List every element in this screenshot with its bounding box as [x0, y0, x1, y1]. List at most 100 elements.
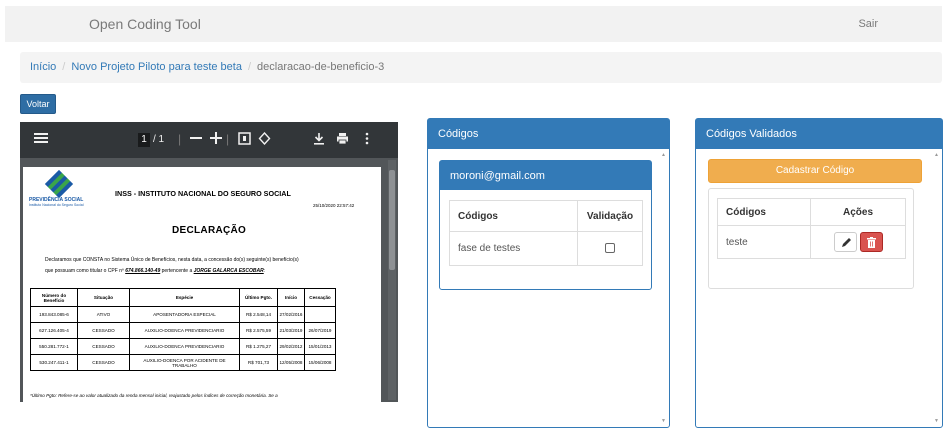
- table-cell: 550.281.772-1: [30, 338, 78, 355]
- benefits-table: Número do Benefício Situação Espécie Últ…: [30, 288, 336, 371]
- table-header: Início: [277, 288, 305, 307]
- pdf-scrollbar[interactable]: [388, 160, 396, 400]
- scroll-up-icon[interactable]: ▲: [934, 152, 939, 158]
- panel-scrollbar[interactable]: ▲ ▼: [660, 150, 668, 428]
- breadcrumb-separator: /: [247, 61, 252, 73]
- scroll-down-icon[interactable]: ▼: [661, 418, 666, 424]
- breadcrumb-current: declaracao-de-beneficio-3: [257, 61, 385, 73]
- doc-timestamp: 25/10/2020 22:57:42: [313, 203, 355, 208]
- rotate-icon[interactable]: [258, 131, 271, 147]
- table-row: 550.281.772-1 CESSADO AUXILIO-DOENCA PREVI…: [30, 338, 336, 355]
- print-icon[interactable]: [336, 132, 349, 147]
- codes-table: Códigos Validação fase de testes: [449, 200, 643, 266]
- table-cell: AUXILIO-DOENCA PREVIDENCIARIO: [129, 338, 240, 355]
- logout-link[interactable]: Sair: [858, 18, 878, 30]
- validated-codes-table: Códigos Ações teste: [717, 198, 906, 259]
- doc-header: INSS - INSTITUTO NACIONAL DO SEGURO SOCI…: [115, 189, 291, 198]
- edit-button[interactable]: [833, 232, 857, 252]
- table-cell: AUXILIO-DOENCA PREVIDENCIARIO: [129, 322, 240, 339]
- add-code-button[interactable]: Cadastrar Código: [708, 159, 922, 183]
- validation-checkbox[interactable]: [605, 243, 615, 254]
- table-cell: AUXILIO-DOENCA POR ACIDENTE DE TRABALHO: [129, 354, 240, 371]
- table-cell: R$ 2.575,59: [239, 322, 278, 339]
- table-header: Espécie: [129, 288, 240, 307]
- table-row: 530.247.411-1 CESSADO AUXILIO-DOENCA POR A…: [30, 354, 336, 371]
- table-cell: R$ 2.548,14: [239, 306, 278, 323]
- more-options-icon[interactable]: [365, 132, 369, 147]
- table-cell: CESSADO: [77, 338, 130, 355]
- back-button[interactable]: Voltar: [20, 94, 56, 114]
- page-number-input[interactable]: 1: [138, 133, 150, 147]
- panel-title: Códigos Validados: [696, 119, 942, 149]
- scroll-down-icon[interactable]: ▼: [934, 418, 939, 424]
- breadcrumb: Início / Novo Projeto Piloto para teste be…: [20, 52, 942, 83]
- validated-codes-card: Códigos Ações teste: [708, 188, 914, 289]
- pdf-scroll-thumb[interactable]: [389, 170, 395, 270]
- breadcrumb-home[interactable]: Início: [30, 61, 56, 73]
- table-row: 627.126.405-4 CESSADO AUXILIO-DOENCA PREVI…: [30, 322, 336, 339]
- cpf-value: 674.866.140-49: [125, 268, 161, 274]
- table-cell: 26/07/2019: [304, 322, 336, 339]
- table-cell: R$ 1.275,27: [239, 338, 278, 355]
- delete-button[interactable]: [859, 232, 883, 252]
- scroll-up-icon[interactable]: ▲: [661, 152, 666, 158]
- toolbar-divider: |: [226, 132, 230, 146]
- zoom-out-icon[interactable]: [190, 132, 202, 146]
- table-cell: 530.247.411-1: [30, 354, 78, 371]
- download-icon[interactable]: [313, 132, 325, 147]
- table-row: fase de testes: [449, 231, 643, 266]
- table-cell: R$ 701,73: [239, 354, 278, 371]
- pencil-icon: [841, 238, 851, 247]
- validated-codes-panel: Códigos Validados Cadastrar Código Códig…: [695, 118, 943, 428]
- table-cell: CESSADO: [77, 354, 130, 371]
- table-cell: 627.126.405-4: [30, 322, 78, 339]
- table-header: Cessação: [304, 288, 336, 307]
- column-header: Códigos: [717, 198, 811, 226]
- codes-panel: Códigos moroni@gmail.com Códigos Validaç…: [427, 118, 670, 428]
- toolbar-divider: |: [178, 132, 182, 146]
- table-cell: 12/05/2008: [277, 354, 305, 371]
- user-email: moroni@gmail.com: [440, 161, 651, 190]
- pdf-viewer: 1 / 1 | | PREVIDÊNCIA SOCIAL Instituto N…: [20, 122, 398, 402]
- table-row: teste: [717, 225, 906, 259]
- doc-footnote: *Último Pgto: Refere-se ao valor atualiz…: [30, 393, 278, 398]
- fit-page-icon[interactable]: [238, 132, 251, 147]
- code-cell: fase de testes: [449, 231, 578, 266]
- brand-link[interactable]: Open Coding Tool: [89, 16, 201, 32]
- pdf-toolbar: 1 / 1 | |: [20, 122, 398, 158]
- previdencia-logo: PREVIDÊNCIA SOCIAL Instituto Nacional do…: [29, 169, 91, 210]
- table-header: Situação: [77, 288, 130, 307]
- table-cell: CESSADO: [77, 322, 130, 339]
- logo-diamond-icon: [44, 169, 74, 199]
- doc-title: DECLARAÇÃO: [172, 225, 247, 236]
- pdf-page: PREVIDÊNCIA SOCIAL Instituto Nacional do…: [23, 167, 381, 402]
- doc-paragraph: Declaramos que CONSTA no Sistema Único d…: [45, 257, 299, 274]
- table-cell: 21/03/2019: [277, 322, 305, 339]
- table-cell: 193.843.085-6: [30, 306, 78, 323]
- column-header: Códigos: [449, 200, 578, 232]
- page-total: / 1: [153, 134, 165, 145]
- trash-icon: [866, 237, 876, 248]
- table-cell: ATIVO: [77, 306, 130, 323]
- user-codes-card: moroni@gmail.com Códigos Validação fase …: [439, 160, 652, 290]
- table-cell: [304, 306, 336, 323]
- panel-scrollbar[interactable]: ▲ ▼: [933, 150, 941, 428]
- menu-icon[interactable]: [34, 132, 48, 146]
- column-header: Ações: [810, 198, 906, 226]
- table-cell: 27/02/2016: [277, 306, 305, 323]
- table-cell: 29/02/2012: [277, 338, 305, 355]
- table-header: Número do Benefício: [30, 288, 78, 307]
- holder-name: JORGE GALARCA ESCOBAR: [193, 268, 264, 274]
- column-header: Validação: [577, 200, 643, 232]
- breadcrumb-separator: /: [62, 61, 66, 73]
- table-row: 193.843.085-6 ATIVO APOSENTADORIA ESPECIAL…: [30, 306, 336, 323]
- table-cell: APOSENTADORIA ESPECIAL: [129, 306, 240, 323]
- panel-title: Códigos: [428, 119, 669, 149]
- table-cell: 15/01/2013: [304, 338, 336, 355]
- table-cell: 15/06/2008: [304, 354, 336, 371]
- table-header: Último Pgto.: [239, 288, 278, 307]
- breadcrumb-project[interactable]: Novo Projeto Piloto para teste beta: [71, 61, 242, 73]
- zoom-in-icon[interactable]: [210, 132, 222, 146]
- top-navbar: Open Coding Tool Sair: [5, 6, 942, 42]
- code-cell: teste: [717, 225, 811, 259]
